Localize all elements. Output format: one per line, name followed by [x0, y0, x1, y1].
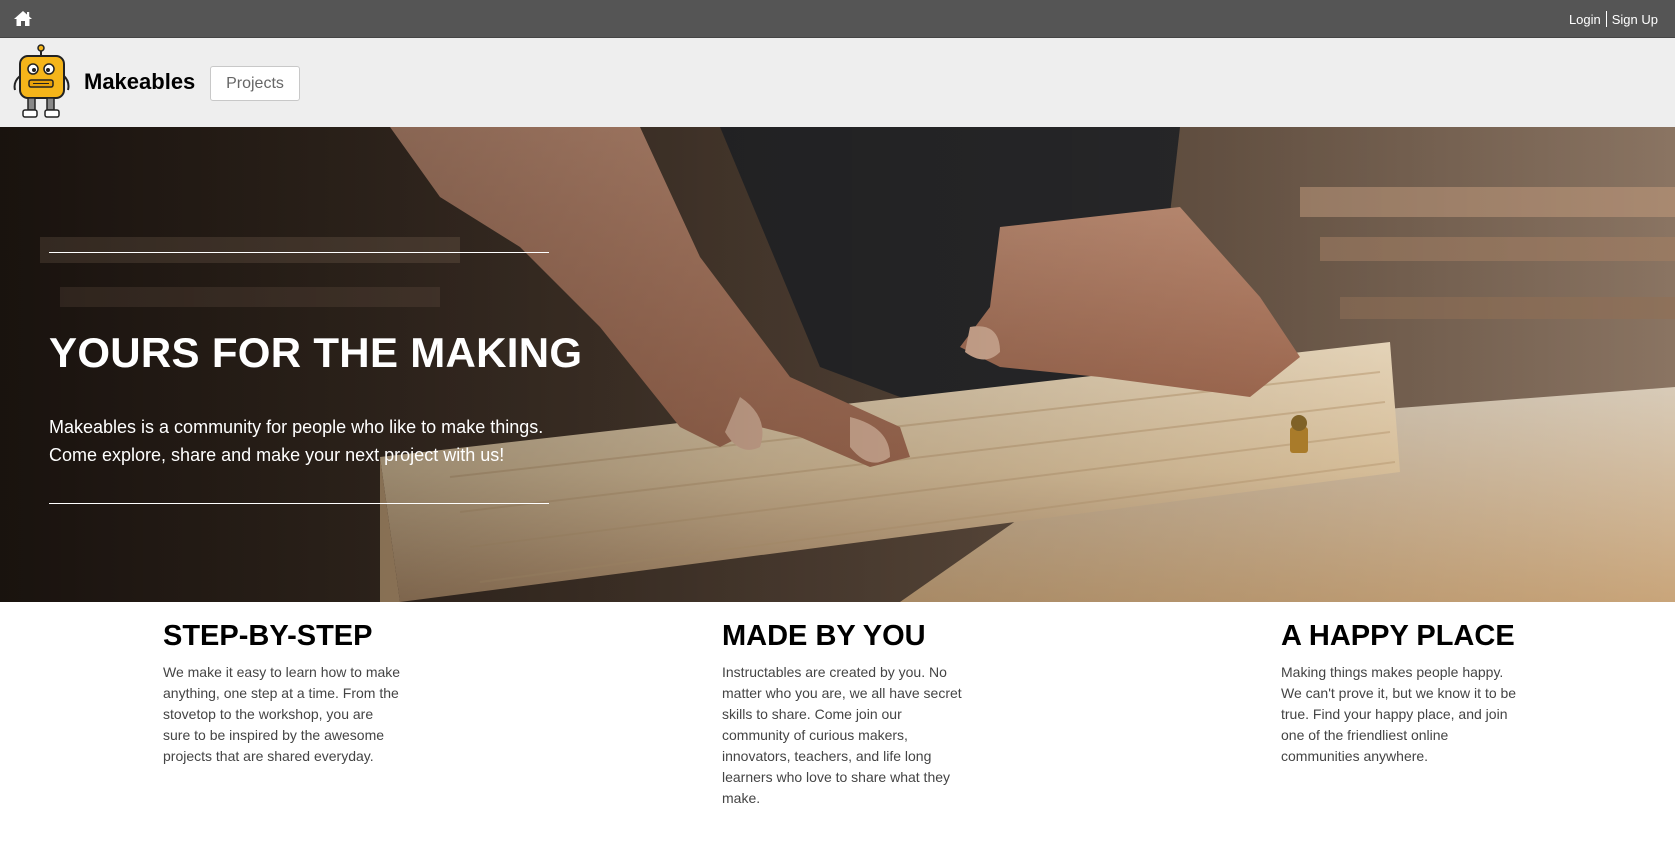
- home-link[interactable]: [13, 9, 33, 29]
- login-link[interactable]: Login: [1569, 12, 1601, 27]
- feature-step-by-step: STEP-BY-STEP We make it easy to learn ho…: [163, 618, 403, 767]
- robot-mascot-icon: [13, 44, 70, 118]
- logo-link[interactable]: [12, 44, 70, 120]
- top-utility-bar: Login Sign Up: [0, 0, 1675, 38]
- feature-title: A HAPPY PLACE: [1281, 620, 1515, 652]
- signup-link[interactable]: Sign Up: [1612, 12, 1658, 27]
- home-icon: [14, 11, 32, 26]
- feature-happy-place: A HAPPY PLACE Making things makes people…: [1281, 618, 1521, 767]
- hero-divider-top: [49, 252, 549, 253]
- feature-body: We make it easy to learn how to make any…: [163, 664, 401, 764]
- feature-body: Instructables are created by you. No mat…: [722, 664, 962, 806]
- site-header: Makeables Projects: [0, 38, 1675, 127]
- feature-made-by-you: MADE BY YOU Instructables are created by…: [722, 618, 962, 809]
- hero-divider-bottom: [49, 503, 549, 504]
- feature-title: MADE BY YOU: [722, 620, 926, 652]
- hero-description: Makeables is a community for people who …: [49, 413, 569, 469]
- feature-title: STEP-BY-STEP: [163, 620, 373, 652]
- brand-name[interactable]: Makeables: [84, 69, 195, 95]
- auth-separator: [1605, 11, 1607, 27]
- hero-banner: YOURS FOR THE MAKING Makeables is a comm…: [0, 127, 1675, 602]
- feature-body: Making things makes people happy. We can…: [1281, 664, 1517, 764]
- hero-description-line-1: Makeables is a community for people who …: [49, 417, 544, 437]
- projects-nav-button[interactable]: Projects: [210, 66, 300, 101]
- auth-links: Login Sign Up: [1569, 11, 1658, 27]
- hero-title: YOURS FOR THE MAKING: [49, 329, 583, 376]
- hero-description-line-2: Come explore, share and make your next p…: [49, 445, 505, 465]
